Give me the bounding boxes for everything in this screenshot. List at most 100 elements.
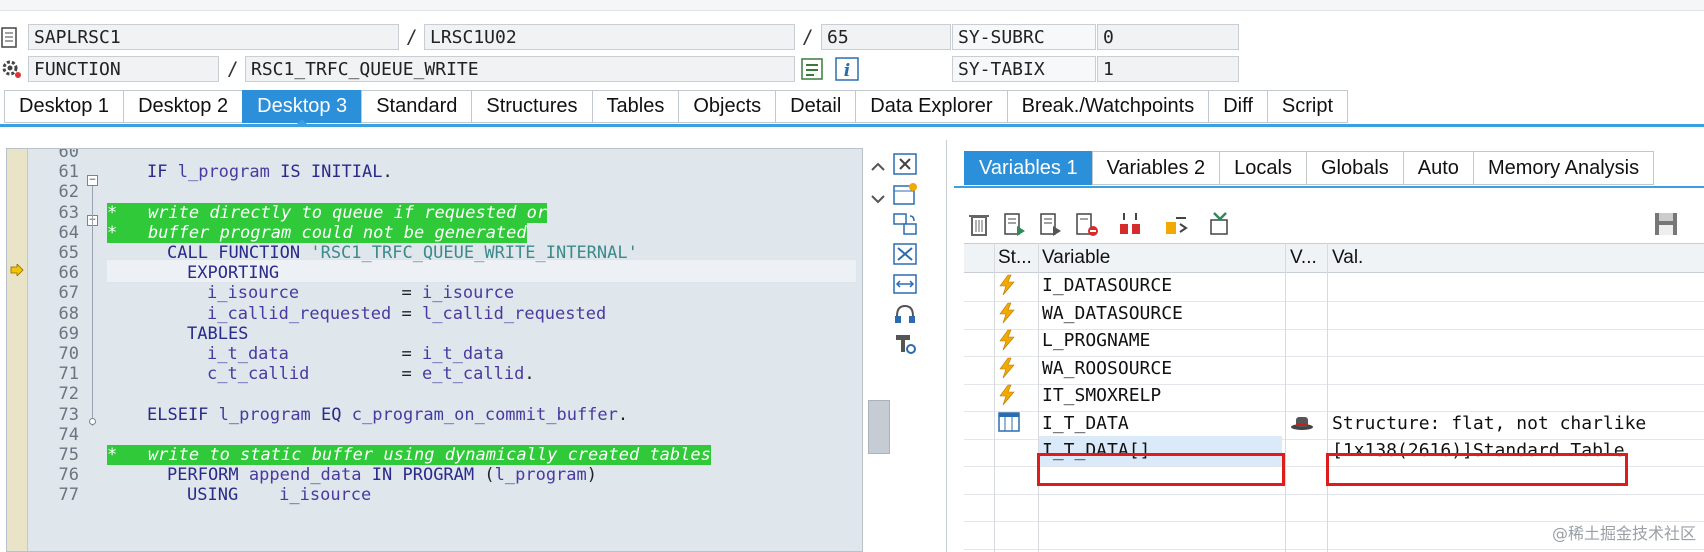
code-line[interactable]: * write directly to queue if requested o… bbox=[107, 202, 862, 224]
sys-value-2[interactable]: 1 bbox=[1097, 56, 1239, 82]
line-number: 73 bbox=[29, 404, 93, 426]
source-editor[interactable]: − − 606162636465666768697071727374757677… bbox=[6, 148, 863, 552]
variable-cell[interactable]: L_PROGNAME bbox=[1038, 326, 1282, 356]
tab-objects[interactable]: Objects bbox=[678, 90, 776, 123]
column-value[interactable]: Val. bbox=[1328, 244, 1702, 272]
remove-icon[interactable] bbox=[1074, 210, 1102, 238]
code-text: CALL FUNCTION 'RSC1_TRFC_QUEUE_WRITE_INT… bbox=[167, 243, 638, 263]
editor-scrollbar[interactable] bbox=[866, 160, 890, 552]
code-line[interactable]: TABLES bbox=[107, 323, 862, 345]
delete-icon[interactable] bbox=[966, 210, 994, 238]
tools-icon[interactable] bbox=[892, 332, 920, 358]
code-line[interactable]: IF l_program IS INITIAL. bbox=[107, 161, 862, 183]
value-cell[interactable] bbox=[1328, 271, 1702, 301]
tab-breakpoints[interactable]: Break./Watchpoints bbox=[1006, 90, 1209, 123]
move-icon[interactable] bbox=[1162, 210, 1190, 238]
code-line[interactable] bbox=[107, 181, 862, 203]
variable-cell[interactable] bbox=[1038, 519, 1282, 549]
export-icon[interactable] bbox=[1206, 210, 1234, 238]
code-line[interactable]: USING i_isource bbox=[107, 484, 862, 506]
code-line[interactable]: c_t_callid = e_t_callid. bbox=[107, 363, 862, 385]
code-line[interactable]: i_callid_requested = l_callid_requested bbox=[107, 303, 862, 325]
fit-width-icon[interactable] bbox=[892, 272, 920, 298]
scroll-down-icon[interactable] bbox=[870, 192, 886, 210]
maximize-icon[interactable] bbox=[892, 242, 920, 268]
tab-memory-analysis[interactable]: Memory Analysis bbox=[1472, 151, 1655, 185]
variable-cell[interactable] bbox=[1038, 491, 1282, 521]
code-text: * write directly to queue if requested o… bbox=[107, 202, 548, 224]
code-line[interactable]: * write to static buffer using dynamical… bbox=[107, 444, 862, 466]
code-line[interactable] bbox=[107, 383, 862, 405]
new-window-icon[interactable] bbox=[892, 182, 920, 208]
tab-variables-1[interactable]: Variables 1 bbox=[964, 151, 1092, 185]
tab-desktop-2[interactable]: Desktop 2 bbox=[123, 90, 243, 123]
column-variable[interactable]: Variable bbox=[1038, 244, 1282, 272]
value-cell[interactable] bbox=[1328, 354, 1702, 384]
code-text: EXPORTING bbox=[187, 263, 280, 284]
value-cell[interactable]: Structure: flat, not charlike bbox=[1328, 409, 1702, 439]
table-row[interactable] bbox=[964, 491, 1704, 522]
variable-cell[interactable]: WA_DATASOURCE bbox=[1038, 299, 1282, 329]
tab-globals[interactable]: Globals bbox=[1305, 151, 1403, 185]
tab-variables-2[interactable]: Variables 2 bbox=[1091, 151, 1220, 185]
program-field[interactable]: SAPLRSC1 bbox=[28, 24, 399, 50]
breakpoint-gutter[interactable] bbox=[7, 149, 28, 551]
code-line[interactable]: CALL FUNCTION 'RSC1_TRFC_QUEUE_WRITE_INT… bbox=[107, 242, 862, 264]
table-row[interactable]: L_PROGNAME bbox=[964, 326, 1704, 357]
line-number: 62 bbox=[29, 181, 93, 203]
sys-value-1[interactable]: 0 bbox=[1097, 24, 1239, 50]
table-row[interactable]: IT_SMOXRELP bbox=[964, 381, 1704, 412]
code-line[interactable]: i_t_data = i_t_data bbox=[107, 343, 862, 365]
function-name-field[interactable]: RSC1_TRFC_QUEUE_WRITE bbox=[245, 56, 795, 82]
code-line[interactable]: i_isource = i_isource bbox=[107, 282, 862, 304]
tab-structures[interactable]: Structures bbox=[471, 90, 592, 123]
tab-locals[interactable]: Locals bbox=[1219, 151, 1306, 185]
include-field[interactable]: LRSC1U02 bbox=[424, 24, 795, 50]
table-row[interactable]: I_T_DATA Structure: flat, not charlike bbox=[964, 409, 1704, 440]
code-line[interactable]: * buffer program could not be generated bbox=[107, 222, 862, 244]
column-v[interactable]: V... bbox=[1286, 244, 1326, 272]
comment-text: * write to static buffer using dynamical… bbox=[107, 445, 711, 465]
tab-detail[interactable]: Detail bbox=[775, 90, 856, 123]
code-line[interactable] bbox=[107, 424, 862, 446]
value-cell[interactable] bbox=[1328, 381, 1702, 411]
variable-cell[interactable]: WA_ROOSOURCE bbox=[1038, 354, 1282, 384]
line-field[interactable]: 65 bbox=[821, 24, 951, 50]
tab-data-explorer[interactable]: Data Explorer bbox=[855, 90, 1007, 123]
goto-icon[interactable] bbox=[799, 56, 827, 82]
services-icon[interactable] bbox=[892, 302, 920, 328]
value-cell[interactable] bbox=[1328, 299, 1702, 329]
split-icon[interactable] bbox=[1116, 210, 1144, 238]
variable-cell[interactable]: I_T_DATA bbox=[1038, 409, 1282, 439]
swap-window-icon[interactable] bbox=[892, 212, 920, 238]
table-row[interactable]: WA_ROOSOURCE bbox=[964, 354, 1704, 385]
tab-auto[interactable]: Auto bbox=[1402, 151, 1473, 185]
display-icon[interactable] bbox=[1002, 210, 1030, 238]
close-window-icon[interactable] bbox=[892, 152, 920, 178]
v-cell bbox=[1286, 326, 1322, 356]
table-row[interactable]: WA_DATASOURCE bbox=[964, 299, 1704, 330]
code-body[interactable]: IF l_program IS INITIAL. * write directly… bbox=[107, 149, 862, 551]
lightning-icon bbox=[994, 354, 1030, 384]
save-icon[interactable] bbox=[1652, 210, 1680, 238]
tab-script[interactable]: Script bbox=[1266, 90, 1348, 123]
tab-tables[interactable]: Tables bbox=[591, 90, 679, 123]
tab-standard[interactable]: Standard bbox=[361, 90, 472, 123]
line-number: 70 bbox=[29, 343, 93, 365]
value-cell[interactable] bbox=[1328, 326, 1702, 356]
value-cell[interactable] bbox=[1328, 491, 1702, 521]
tab-desktop-1[interactable]: Desktop 1 bbox=[4, 90, 124, 123]
table-row[interactable]: I_DATASOURCE bbox=[964, 271, 1704, 302]
code-line[interactable]: EXPORTING bbox=[107, 262, 862, 284]
variable-cell[interactable]: I_DATASOURCE bbox=[1038, 271, 1282, 301]
tab-diff[interactable]: Diff bbox=[1208, 90, 1267, 123]
code-line[interactable]: PERFORM append_data IN PROGRAM (l_progra… bbox=[107, 464, 862, 486]
type-field[interactable]: FUNCTION bbox=[28, 56, 219, 82]
code-line[interactable]: ELSEIF l_program EQ c_program_on_commit_… bbox=[107, 404, 862, 426]
info-icon[interactable]: i bbox=[834, 56, 862, 82]
change-icon[interactable] bbox=[1038, 210, 1066, 238]
column-status[interactable]: St... bbox=[994, 244, 1034, 272]
scroll-up-icon[interactable] bbox=[870, 160, 886, 178]
scroll-thumb[interactable] bbox=[868, 400, 890, 454]
variable-cell[interactable]: IT_SMOXRELP bbox=[1038, 381, 1282, 411]
